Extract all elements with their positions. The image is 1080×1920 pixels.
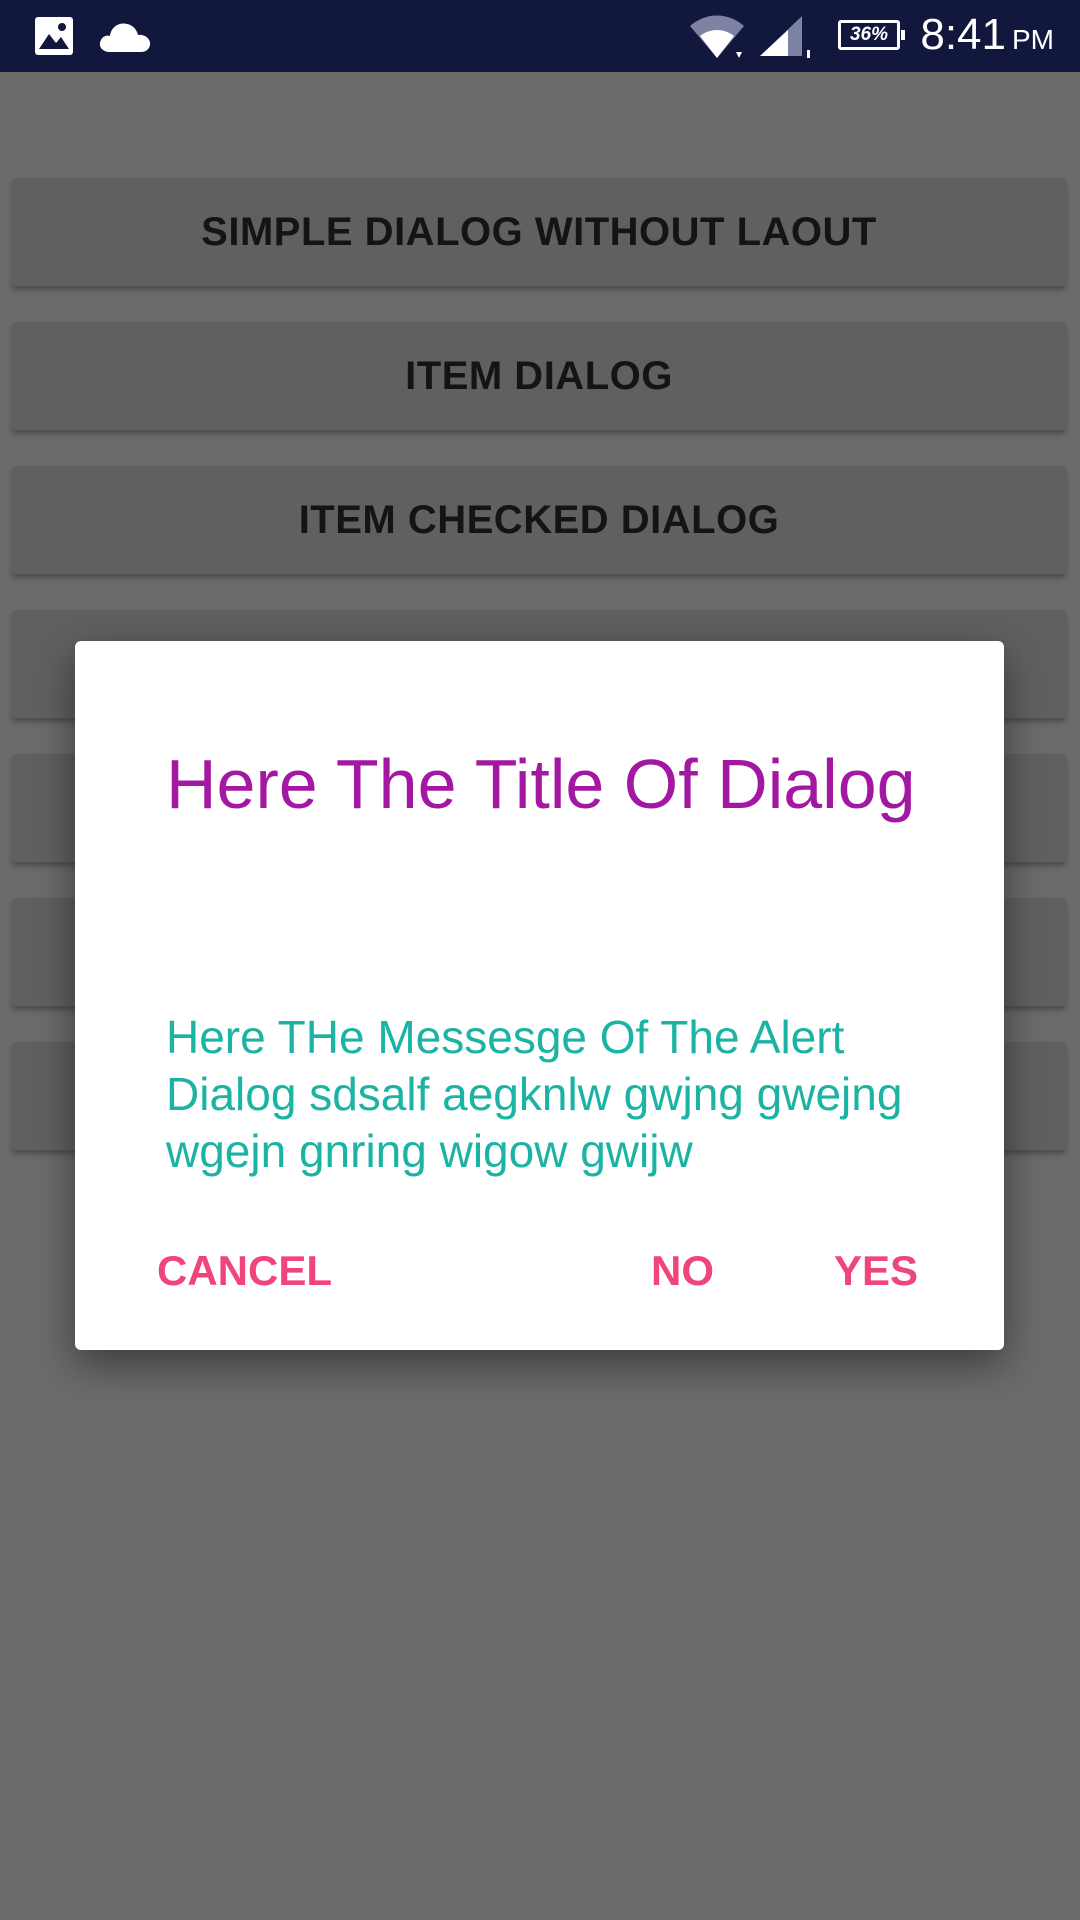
status-bar: 36% 8:41 PM <box>0 0 1080 72</box>
dialog-message: Here THe Messesge Of The Alert Dialog sd… <box>166 1011 903 1177</box>
item-checked-dialog-button[interactable]: ITEM CHECKED DIALOG <box>12 466 1066 574</box>
cancel-button[interactable]: CANCEL <box>149 1243 340 1299</box>
item-dialog-button[interactable]: ITEM DIALOG <box>12 322 1066 430</box>
alert-dialog: Here The Title Of Dialog Here THe Messes… <box>75 641 1004 1350</box>
gallery-icon <box>34 16 74 61</box>
yes-button[interactable]: YES <box>826 1243 926 1299</box>
battery-icon: 36% <box>838 20 905 50</box>
cloud-icon <box>98 18 152 59</box>
no-button[interactable]: NO <box>643 1243 722 1299</box>
clock-ampm: PM <box>1012 24 1054 55</box>
clock-time: 8:41 <box>920 10 1006 59</box>
dialog-title: Here The Title Of Dialog <box>166 745 916 823</box>
simple-dialog-button[interactable]: SIMPLE DIALOG WITHOUT LAOUT <box>12 178 1066 286</box>
wifi-icon <box>688 14 746 65</box>
status-clock: 8:41 PM <box>920 10 1054 60</box>
cell-signal-icon <box>758 14 814 65</box>
